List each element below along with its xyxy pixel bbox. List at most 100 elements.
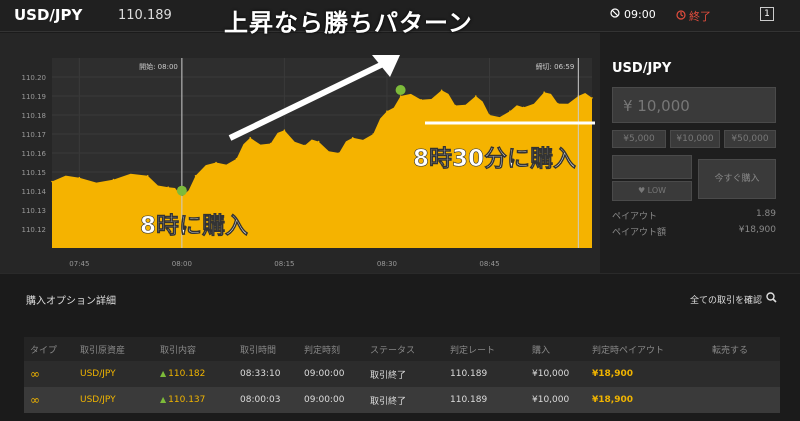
row-payout: ¥18,900 [592,395,633,405]
row-judge: 09:00:00 [304,395,345,405]
data-point [509,110,511,112]
all-trades-link[interactable]: 全ての取引を確認 [690,292,777,306]
pair-title: USD/JPY [14,6,83,24]
data-point [440,89,443,92]
row-content: ▲ 110.137 [160,395,240,405]
col-rate: 判定レート [450,345,496,356]
payout-value: 1.89 [755,209,776,219]
quick-amount-5000[interactable]: ¥5,000 [612,130,666,148]
data-point [112,178,115,181]
data-point [543,91,545,93]
col-time: 取引時間 [240,345,277,356]
buy-now-button[interactable]: 今すぐ購入 [698,159,776,199]
data-point [167,186,170,188]
x-tick-label: 08:45 [479,260,499,268]
data-point [194,175,197,177]
amount-input[interactable]: ¥ 10,000 [612,87,776,123]
row-content-value: 110.137 [168,395,206,405]
heart-icon: ♥ [637,186,646,195]
col-sell: 転売する [712,345,749,356]
quick-amount-50000[interactable]: ¥50,000 [724,130,776,148]
payout-rate-row: ペイアウト 1.89 [612,209,776,222]
row-rate: 110.189 [450,369,488,379]
payout-label: ペイアウト [612,212,658,222]
data-point [317,140,320,143]
data-point [269,142,272,145]
up-arrow-icon: ▲ [160,369,167,378]
data-point [488,114,491,116]
search-icon [766,292,777,306]
data-point [249,137,252,139]
purchase-pin-icon [176,185,187,196]
high-button[interactable] [612,155,692,179]
end-indicator: 終了 [676,8,711,24]
data-point [146,175,149,177]
row-status: 取引終了 [370,370,407,381]
start-marker-label: 開始: 08:00 [139,62,178,71]
x-tick-label: 08:00 [172,260,192,268]
data-point [351,137,354,139]
y-tick-label: 110.17 [22,131,47,139]
row-status: 取引終了 [370,396,407,407]
trade-panel: USD/JPY ¥ 10,000 ¥5,000 ¥10,000 ¥50,000 … [600,33,800,273]
col-asset: 取引原資産 [80,345,126,356]
data-point [78,176,81,179]
end-marker-label: 締切: 06:59 [536,62,575,71]
row-content: ▲ 110.182 [160,369,240,379]
row-payout: ¥18,900 [592,369,633,379]
timer: 09:00 [610,8,656,21]
link-icon: ∞ [30,367,40,381]
end-label: 終了 [689,10,711,23]
history-icon [676,9,686,23]
up-arrow-icon: ▲ [160,395,167,404]
y-tick-label: 110.19 [22,93,47,101]
quick-amount-10000[interactable]: ¥10,000 [670,130,720,148]
price-chart: 110.20 110.19 110.18 110.17 110.16 110.15 110.… [22,55,595,268]
x-tick-label: 08:15 [274,260,294,268]
row-asset: USD/JPY [80,395,116,405]
low-label: LOW [647,186,667,195]
col-type: タイプ [30,345,58,356]
row-buy: ¥10,000 [532,369,570,379]
y-tick-label: 110.12 [22,226,47,234]
data-point [591,97,593,99]
data-point [420,99,422,101]
col-content: 取引内容 [160,345,197,356]
col-payout: 判定時ペイアウト [592,345,665,356]
y-tick-label: 110.16 [22,150,47,158]
row-buy: ¥10,000 [532,395,570,405]
x-tick-label: 08:30 [377,260,397,268]
expand-icon[interactable]: 1 [760,7,774,21]
data-point [386,110,388,112]
y-tick-label: 110.18 [22,112,47,120]
col-buy: 購入 [532,345,551,356]
details-bar: 購入オプション詳細 全ての取引を確認 [0,273,800,321]
data-point [454,104,457,107]
table-header: タイプ 取引原資産 取引内容 取引時間 判定時刻 ステータス 判定レート 購入 … [24,337,780,361]
payout-amount-label: ペイアウト額 [612,228,667,238]
data-point [372,133,375,135]
data-point [522,106,525,109]
row-time: 08:00:03 [240,395,281,405]
row-time: 08:33:10 [240,369,281,379]
annotation-830am: 8時30分に購入 [413,146,576,172]
payout-amount-value: ¥18,900 [738,225,776,235]
low-button[interactable]: ♥ LOW [612,181,692,201]
side-pair: USD/JPY [612,61,672,76]
data-point [283,129,286,131]
payout-amount-row: ペイアウト額 ¥18,900 [612,225,776,238]
annotation-8am: 8時に購入 [140,213,248,239]
chart-panel: 110.20 110.19 110.18 110.17 110.16 110.15 110.… [0,33,600,273]
timer-text: 09:00 [624,8,656,21]
y-tick-label: 110.20 [22,74,47,82]
row-judge: 09:00:00 [304,369,345,379]
table-row[interactable]: ∞ USD/JPY ▲ 110.182 08:33:10 09:00:00 取引終… [24,361,780,387]
data-point [474,95,477,97]
row-asset: USD/JPY [80,369,116,379]
current-price: 110.189 [118,8,172,23]
data-point [235,157,238,160]
all-trades-label: 全ての取引を確認 [690,295,763,306]
y-tick-label: 110.15 [22,169,47,177]
y-tick-label: 110.14 [22,188,47,196]
table-row[interactable]: ∞ USD/JPY ▲ 110.137 08:00:03 09:00:00 取引終… [24,387,780,413]
